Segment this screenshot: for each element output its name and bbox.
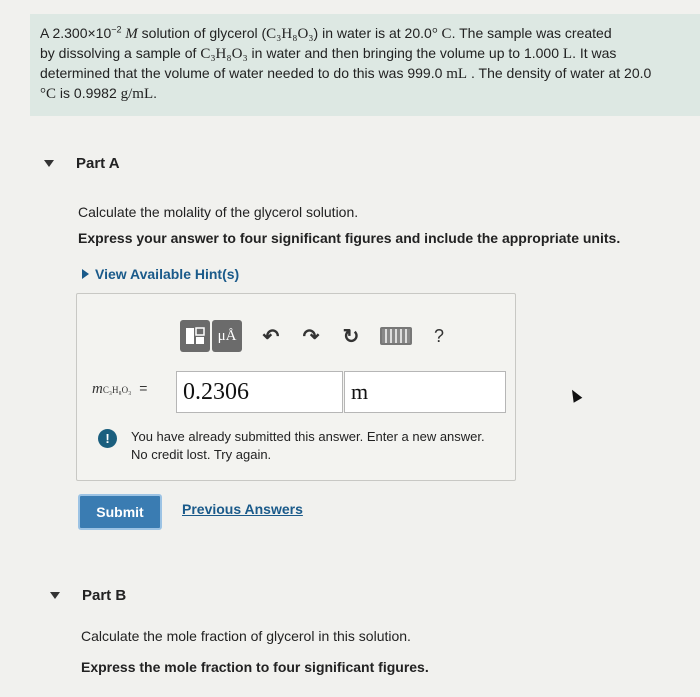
- part-b-instruction: Express the mole fraction to four signif…: [81, 659, 429, 675]
- view-hints-link[interactable]: View Available Hint(s): [82, 266, 239, 282]
- hint-label: View Available Hint(s): [95, 266, 240, 282]
- intro-text: determined that the volume of water need…: [40, 65, 447, 81]
- part-b-title: Part B: [82, 587, 127, 604]
- intro-text: A 2.300×10: [40, 25, 112, 41]
- units-button[interactable]: μÅ: [212, 320, 242, 352]
- unit-celsius: °C: [40, 86, 57, 102]
- alert-icon: !: [98, 429, 117, 448]
- glycerol-formula: C₃H₈O₃: [200, 46, 248, 62]
- part-a-instruction: Express your answer to four significant …: [78, 230, 621, 246]
- answer-variable: m C₃H₈O₃ =: [92, 380, 147, 398]
- reset-icon[interactable]: ↻: [340, 324, 362, 349]
- collapse-arrow-icon[interactable]: [50, 592, 60, 599]
- collapse-arrow-icon[interactable]: [44, 160, 54, 167]
- notice-line-1: You have already submitted this answer. …: [131, 429, 485, 444]
- variable-symbol: m: [92, 381, 103, 397]
- glycerol-formula: C₃H₈O₃: [266, 26, 314, 42]
- unit-density: g/mL: [120, 86, 154, 102]
- unit-liter: L: [562, 46, 573, 62]
- intro-text: . The sample was created: [451, 25, 612, 41]
- mouse-cursor-icon: [567, 387, 583, 403]
- answer-value-input[interactable]: 0.2306: [176, 371, 343, 413]
- intro-text: ) in water is at 20.0: [313, 25, 432, 41]
- unit-molar: M: [121, 26, 138, 42]
- unit-celsius: ° C: [431, 26, 452, 42]
- intro-text: solution of glycerol (: [137, 25, 267, 41]
- exponent: −2: [111, 24, 122, 35]
- templates-group: μÅ: [180, 320, 242, 352]
- answer-unit-input[interactable]: m: [344, 371, 506, 413]
- part-b-header[interactable]: Part B: [50, 587, 126, 604]
- expand-arrow-icon: [82, 269, 89, 279]
- intro-text: by dissolving a sample of: [40, 45, 201, 61]
- intro-text: in water and then bringing the volume up…: [247, 45, 563, 61]
- problem-statement: A 2.300×10−2 M solution of glycerol (C₃H…: [30, 14, 700, 116]
- equation-toolbar: μÅ ↶ ↷ ↻ ?: [180, 316, 506, 356]
- templates-icon: [186, 327, 205, 344]
- units-label: μÅ: [217, 327, 237, 344]
- redo-icon[interactable]: ↷: [300, 324, 322, 349]
- unit-ml: mL: [446, 66, 468, 82]
- part-a-header[interactable]: Part A: [44, 155, 120, 172]
- keyboard-icon[interactable]: [380, 327, 412, 345]
- answer-value: 0.2306: [183, 378, 249, 405]
- undo-icon[interactable]: ↶: [260, 324, 282, 349]
- previous-answers-link[interactable]: Previous Answers: [182, 501, 303, 517]
- part-a-title: Part A: [76, 155, 120, 172]
- intro-text: .: [153, 85, 158, 101]
- intro-text: is 0.9982: [56, 85, 121, 101]
- intro-text: . It was: [572, 45, 617, 61]
- variable-subscript: C₃H₈O₃: [102, 385, 132, 395]
- templates-button[interactable]: [180, 320, 210, 352]
- notice-line-2: No credit lost. Try again.: [131, 447, 272, 462]
- part-a-question: Calculate the molality of the glycerol s…: [78, 204, 359, 220]
- intro-text: . The density of water at 20.0: [467, 65, 652, 81]
- part-b-question: Calculate the mole fraction of glycerol …: [81, 628, 411, 644]
- help-button[interactable]: ?: [434, 326, 444, 347]
- submit-button[interactable]: Submit: [78, 494, 162, 530]
- answer-unit: m: [351, 379, 369, 404]
- feedback-notice: ! You have already submitted this answer…: [98, 428, 485, 464]
- equals-sign: =: [139, 380, 148, 396]
